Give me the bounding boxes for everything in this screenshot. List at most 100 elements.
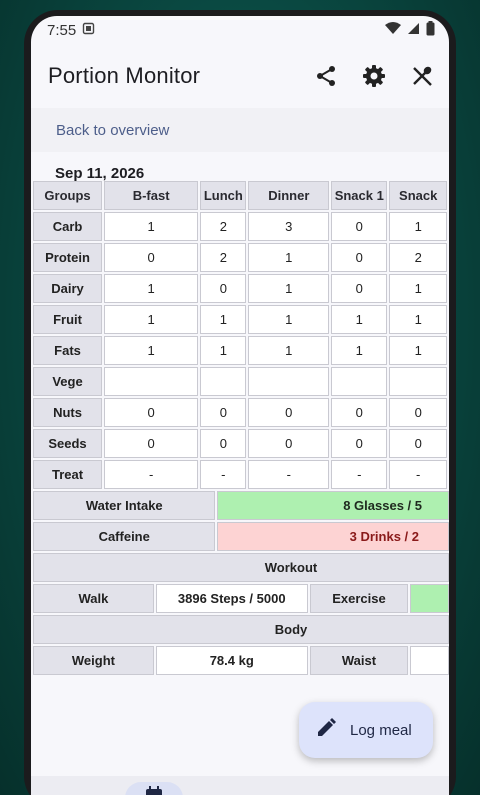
portion-cell[interactable]: 1 [331, 305, 388, 334]
log-meal-button[interactable]: Log meal [299, 702, 433, 758]
utensils-icon[interactable] [409, 63, 435, 89]
portion-cell[interactable]: 2 [200, 243, 247, 272]
caffeine-value[interactable]: 3 Drinks / 2 [217, 522, 449, 551]
back-to-overview-link[interactable]: Back to overview [31, 108, 449, 152]
log-meal-label: Log meal [350, 721, 412, 739]
portion-cell[interactable]: 0 [331, 212, 388, 241]
portion-cell[interactable]: 3 [248, 212, 330, 241]
food-group-label: Fruit [33, 305, 103, 334]
battery-icon [426, 20, 435, 40]
water-row: Water Intake 8 Glasses / 5 [33, 491, 449, 520]
food-group-label: Protein [33, 243, 103, 272]
portion-cell[interactable]: 0 [200, 274, 247, 303]
caffeine-label: Caffeine [33, 522, 216, 551]
portion-cell[interactable]: 1 [248, 243, 330, 272]
gear-icon[interactable] [361, 63, 387, 89]
food-group-label: Nuts [33, 398, 103, 427]
portion-cell[interactable] [389, 367, 447, 396]
portion-cell[interactable]: 1 [104, 212, 199, 241]
water-value[interactable]: 8 Glasses / 5 [217, 491, 449, 520]
caffeine-row: Caffeine 3 Drinks / 2 [33, 522, 449, 551]
portion-cell[interactable]: 1 [389, 336, 447, 365]
portion-cell[interactable]: - [248, 460, 330, 489]
column-header: B-fast [104, 181, 199, 210]
portion-cell[interactable]: 0 [331, 243, 388, 272]
portion-cell[interactable]: 0 [331, 274, 388, 303]
bottom-navigation [31, 776, 449, 795]
wifi-icon [385, 21, 401, 39]
top-app-bar: Portion Monitor [31, 44, 449, 108]
portion-cell[interactable]: 1 [389, 212, 447, 241]
table-row: Nuts 0 0 0 0 0 [33, 398, 447, 427]
body-row: Weight 78.4 kg Waist [33, 646, 449, 675]
weight-value[interactable]: 78.4 kg [155, 646, 308, 675]
portion-cell[interactable]: 0 [200, 398, 247, 427]
portion-cell[interactable]: 0 [200, 429, 247, 458]
body-header-row: Body [33, 615, 449, 644]
table-row: Dairy 1 0 1 0 1 [33, 274, 447, 303]
nav-item-calendar[interactable] [125, 782, 183, 795]
waist-value[interactable] [410, 646, 449, 675]
exercise-label: Exercise [309, 584, 409, 613]
table-row: Vege [33, 367, 447, 396]
exercise-value[interactable] [410, 584, 449, 613]
food-group-label: Carb [33, 212, 103, 241]
share-icon[interactable] [313, 63, 339, 89]
column-header: Groups [33, 181, 103, 210]
walk-value[interactable]: 3896 Steps / 5000 [155, 584, 308, 613]
table-row: Carb 1 2 3 0 1 [33, 212, 447, 241]
workout-row: Walk 3896 Steps / 5000 Exercise [33, 584, 449, 613]
food-group-label: Vege [33, 367, 103, 396]
screenshot-icon [82, 22, 95, 39]
portion-cell[interactable]: 2 [389, 243, 447, 272]
table-row: Fats 1 1 1 1 1 [33, 336, 447, 365]
portion-cell[interactable]: 0 [389, 429, 447, 458]
column-header: Snack 1 [331, 181, 388, 210]
calendar-icon [145, 786, 163, 795]
portion-cell[interactable]: - [104, 460, 199, 489]
weight-label: Weight [33, 646, 154, 675]
portion-cell[interactable] [104, 367, 199, 396]
app-title: Portion Monitor [48, 63, 201, 88]
portion-cell[interactable]: 0 [331, 429, 388, 458]
portion-cell[interactable]: 1 [248, 336, 330, 365]
column-header: Lunch [200, 181, 247, 210]
portion-cell[interactable]: 1 [331, 336, 388, 365]
portion-cell[interactable] [248, 367, 330, 396]
portion-cell[interactable]: 0 [104, 398, 199, 427]
food-group-label: Dairy [33, 274, 103, 303]
portion-cell[interactable] [200, 367, 247, 396]
pencil-icon [316, 718, 336, 742]
portion-cell[interactable]: 1 [104, 274, 199, 303]
portion-cell[interactable] [331, 367, 388, 396]
portion-cell[interactable]: - [200, 460, 247, 489]
portion-cell[interactable]: - [389, 460, 447, 489]
portion-cell[interactable]: 1 [104, 336, 199, 365]
table-row: Seeds 0 0 0 0 0 [33, 429, 447, 458]
portion-cell[interactable]: - [331, 460, 388, 489]
portion-cell[interactable]: 2 [200, 212, 247, 241]
table-row: Fruit 1 1 1 1 1 [33, 305, 447, 334]
portion-cell[interactable]: 0 [248, 398, 330, 427]
portion-cell[interactable]: 1 [200, 305, 247, 334]
portion-cell[interactable]: 0 [104, 243, 199, 272]
portion-cell[interactable]: 1 [389, 274, 447, 303]
food-group-label: Seeds [33, 429, 103, 458]
table-row: Protein 0 2 1 0 2 [33, 243, 447, 272]
water-label: Water Intake [33, 491, 216, 520]
portion-cell[interactable]: 0 [248, 429, 330, 458]
food-group-label: Fats [33, 336, 103, 365]
portion-cell[interactable]: 0 [331, 398, 388, 427]
workout-header-row: Workout [33, 553, 449, 582]
portion-cell[interactable]: 1 [389, 305, 447, 334]
app-screen: 7:55 Portion Monitor Back to overview Se… [31, 16, 449, 795]
portion-cell[interactable]: 1 [200, 336, 247, 365]
portion-grid: Groups B-fast Lunch Dinner Snack 1 Snack… [31, 179, 449, 677]
table-header-row: Groups B-fast Lunch Dinner Snack 1 Snack [33, 181, 447, 210]
portion-cell[interactable]: 0 [389, 398, 447, 427]
portion-cell[interactable]: 1 [104, 305, 199, 334]
meal-table: Groups B-fast Lunch Dinner Snack 1 Snack… [31, 179, 449, 491]
portion-cell[interactable]: 0 [104, 429, 199, 458]
portion-cell[interactable]: 1 [248, 305, 330, 334]
portion-cell[interactable]: 1 [248, 274, 330, 303]
